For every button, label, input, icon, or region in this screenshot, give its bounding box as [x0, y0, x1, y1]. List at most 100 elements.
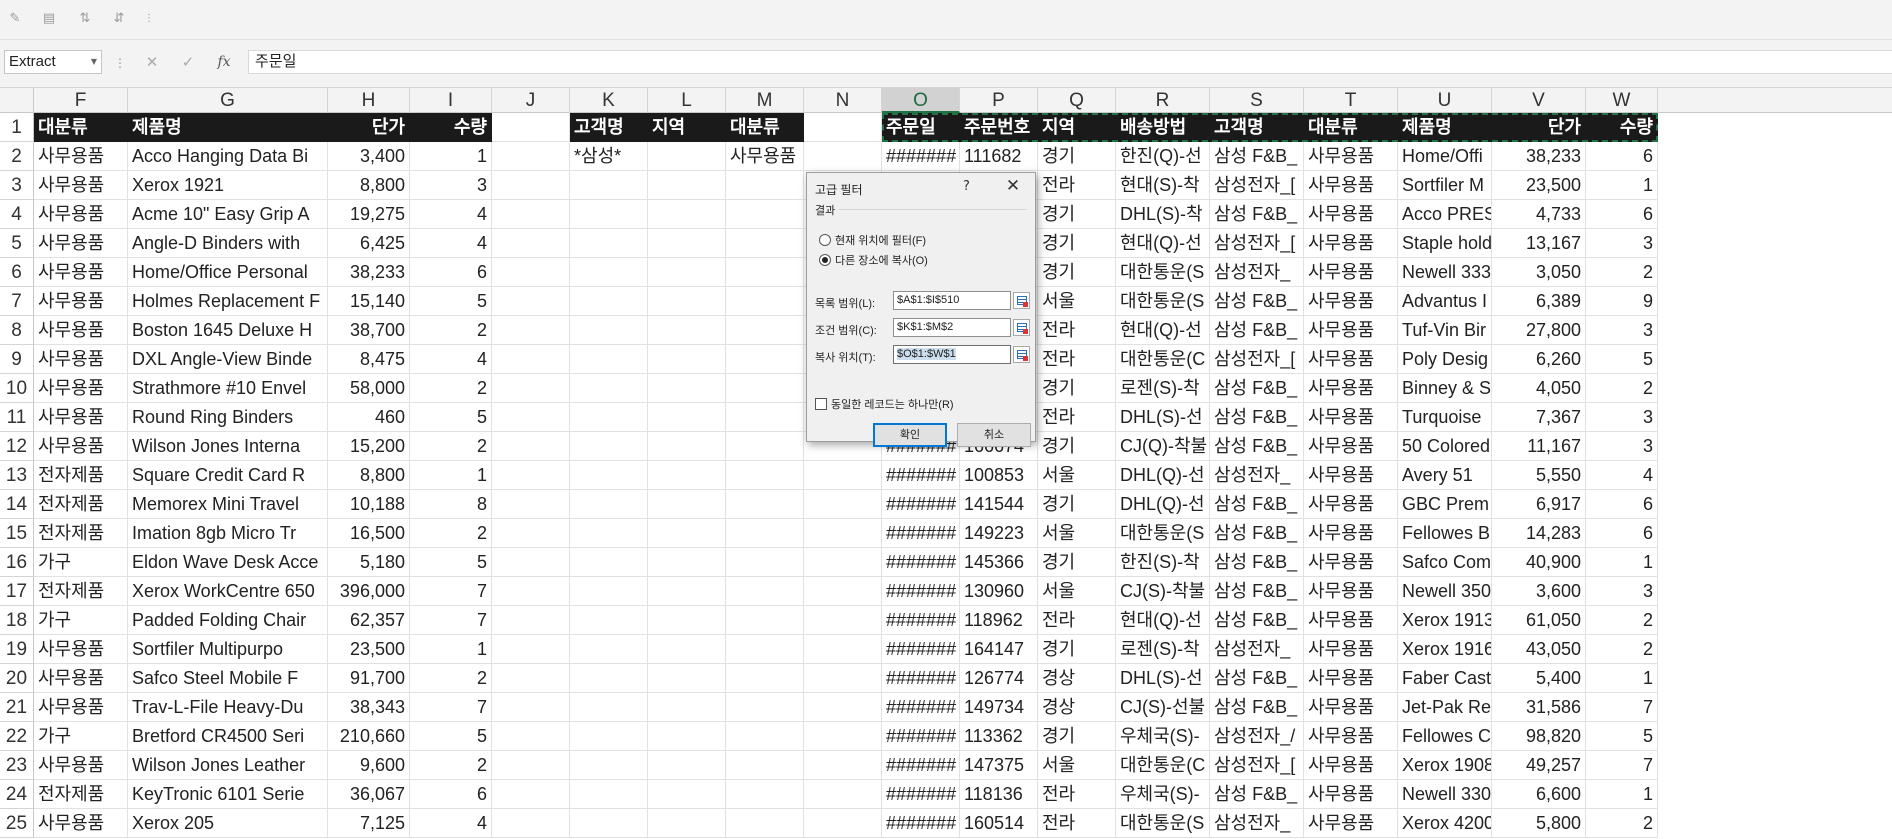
cell-h6[interactable]: 38,233 [328, 258, 410, 287]
cell-g8[interactable]: Boston 1645 Deluxe H [128, 316, 328, 345]
cell-q13[interactable]: 서울 [1038, 461, 1116, 490]
cell-j20[interactable] [492, 664, 570, 693]
cell-g21[interactable]: Trav-L-File Heavy-Du [128, 693, 328, 722]
cell-p24[interactable]: 118136 [960, 780, 1038, 809]
cell-p1[interactable]: 주문번호 [960, 113, 1038, 142]
cell-f20[interactable]: 사무용품 [34, 664, 128, 693]
cell-v3[interactable]: 23,500 [1492, 171, 1586, 200]
cell-j6[interactable] [492, 258, 570, 287]
cell-j4[interactable] [492, 200, 570, 229]
cell-s9[interactable]: 삼성전자_[ [1210, 345, 1304, 374]
cell-u14[interactable]: GBC Prem [1398, 490, 1492, 519]
cell-r24[interactable]: 우체국(S)- [1116, 780, 1210, 809]
cell-i9[interactable]: 4 [410, 345, 492, 374]
cell-p21[interactable]: 149734 [960, 693, 1038, 722]
cell-s7[interactable]: 삼성 F&B_ [1210, 287, 1304, 316]
cell-g18[interactable]: Padded Folding Chair [128, 606, 328, 635]
cell-n17[interactable] [804, 577, 882, 606]
row-header[interactable]: 22 [0, 722, 34, 751]
cell-t6[interactable]: 사무용품 [1304, 258, 1398, 287]
cell-i11[interactable]: 5 [410, 403, 492, 432]
cell-s25[interactable]: 삼성전자_ [1210, 809, 1304, 838]
cell-h3[interactable]: 8,800 [328, 171, 410, 200]
row-header[interactable]: 5 [0, 229, 34, 258]
cell-r18[interactable]: 현대(Q)-선 [1116, 606, 1210, 635]
cell-u22[interactable]: Fellowes C [1398, 722, 1492, 751]
cell-q18[interactable]: 전라 [1038, 606, 1116, 635]
cell-w23[interactable]: 7 [1586, 751, 1658, 780]
cell-w24[interactable]: 1 [1586, 780, 1658, 809]
cell-h10[interactable]: 58,000 [328, 374, 410, 403]
cell-n24[interactable] [804, 780, 882, 809]
cell-m11[interactable] [726, 403, 804, 432]
cell-h23[interactable]: 9,600 [328, 751, 410, 780]
cell-o16[interactable]: ####### [882, 548, 960, 577]
cell-k9[interactable] [570, 345, 648, 374]
cell-i23[interactable]: 2 [410, 751, 492, 780]
cell-j14[interactable] [492, 490, 570, 519]
cell-i10[interactable]: 2 [410, 374, 492, 403]
row-header[interactable]: 23 [0, 751, 34, 780]
cell-v11[interactable]: 7,367 [1492, 403, 1586, 432]
sort-icon[interactable]: ⇅ [76, 10, 94, 28]
cell-k12[interactable] [570, 432, 648, 461]
row-header[interactable]: 16 [0, 548, 34, 577]
cell-q9[interactable]: 전라 [1038, 345, 1116, 374]
cell-w7[interactable]: 9 [1586, 287, 1658, 316]
cell-r21[interactable]: CJ(S)-선불 [1116, 693, 1210, 722]
cell-k15[interactable] [570, 519, 648, 548]
cell-t23[interactable]: 사무용품 [1304, 751, 1398, 780]
column-header-h[interactable]: H [328, 88, 410, 113]
row-header[interactable]: 17 [0, 577, 34, 606]
cell-f8[interactable]: 사무용품 [34, 316, 128, 345]
cell-t16[interactable]: 사무용품 [1304, 548, 1398, 577]
cell-l7[interactable] [648, 287, 726, 316]
cell-v7[interactable]: 6,389 [1492, 287, 1586, 316]
cell-h16[interactable]: 5,180 [328, 548, 410, 577]
cell-n15[interactable] [804, 519, 882, 548]
cell-i12[interactable]: 2 [410, 432, 492, 461]
cell-w5[interactable]: 3 [1586, 229, 1658, 258]
cell-p17[interactable]: 130960 [960, 577, 1038, 606]
row-header[interactable]: 2 [0, 142, 34, 171]
cell-l3[interactable] [648, 171, 726, 200]
cell-q25[interactable]: 전라 [1038, 809, 1116, 838]
cell-n19[interactable] [804, 635, 882, 664]
cell-u19[interactable]: Xerox 1916 [1398, 635, 1492, 664]
row-header[interactable]: 24 [0, 780, 34, 809]
cell-m4[interactable] [726, 200, 804, 229]
cell-g6[interactable]: Home/Office Personal [128, 258, 328, 287]
cell-g7[interactable]: Holmes Replacement F [128, 287, 328, 316]
cell-v16[interactable]: 40,900 [1492, 548, 1586, 577]
cell-s13[interactable]: 삼성전자_ [1210, 461, 1304, 490]
cell-r3[interactable]: 현대(S)-착 [1116, 171, 1210, 200]
cell-v4[interactable]: 4,733 [1492, 200, 1586, 229]
cell-j7[interactable] [492, 287, 570, 316]
cell-q20[interactable]: 경상 [1038, 664, 1116, 693]
column-header-f[interactable]: F [34, 88, 128, 113]
cell-u11[interactable]: Turquoise [1398, 403, 1492, 432]
cell-h4[interactable]: 19,275 [328, 200, 410, 229]
cell-m6[interactable] [726, 258, 804, 287]
cell-w17[interactable]: 3 [1586, 577, 1658, 606]
cell-p22[interactable]: 113362 [960, 722, 1038, 751]
cell-r8[interactable]: 현대(Q)-선 [1116, 316, 1210, 345]
row-header[interactable]: 19 [0, 635, 34, 664]
more-icon[interactable]: ⋮ [140, 10, 158, 28]
cell-t20[interactable]: 사무용품 [1304, 664, 1398, 693]
cell-m9[interactable] [726, 345, 804, 374]
cell-r25[interactable]: 대한통운(S [1116, 809, 1210, 838]
cell-m16[interactable] [726, 548, 804, 577]
row-header[interactable]: 11 [0, 403, 34, 432]
cell-f5[interactable]: 사무용품 [34, 229, 128, 258]
column-header-v[interactable]: V [1492, 88, 1586, 113]
cell-s3[interactable]: 삼성전자_[ [1210, 171, 1304, 200]
cell-m18[interactable] [726, 606, 804, 635]
cell-p2[interactable]: 111682 [960, 142, 1038, 171]
cell-g16[interactable]: Eldon Wave Desk Acce [128, 548, 328, 577]
cell-s11[interactable]: 삼성 F&B_ [1210, 403, 1304, 432]
cell-k8[interactable] [570, 316, 648, 345]
cell-v14[interactable]: 6,917 [1492, 490, 1586, 519]
cell-v15[interactable]: 14,283 [1492, 519, 1586, 548]
cell-v5[interactable]: 13,167 [1492, 229, 1586, 258]
